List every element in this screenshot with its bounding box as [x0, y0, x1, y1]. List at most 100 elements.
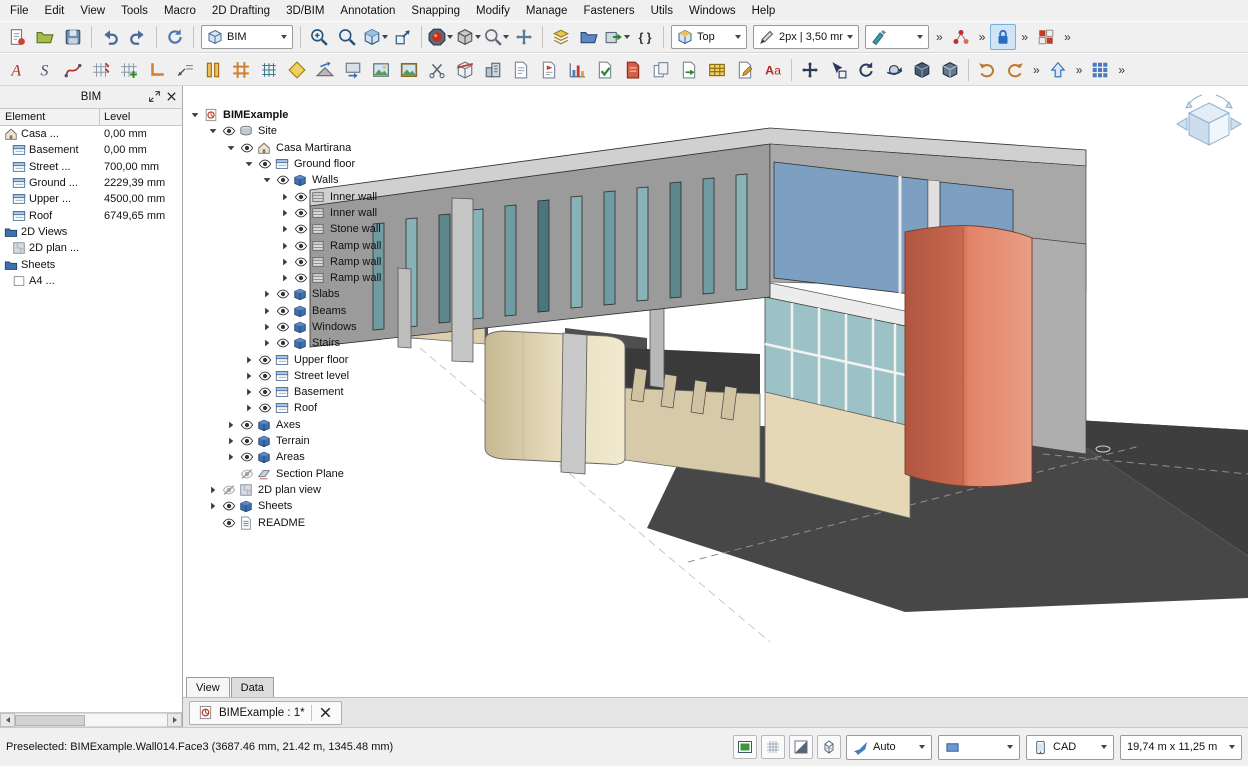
tree-item[interactable]: Terrain — [188, 433, 384, 449]
spline-button[interactable] — [60, 57, 86, 83]
workspace-select[interactable]: BIM — [201, 25, 293, 49]
toolbar-overflow-4[interactable]: » — [1060, 30, 1075, 44]
up-direction-button[interactable] — [1045, 57, 1071, 83]
visibility-eye-icon[interactable] — [293, 271, 308, 286]
visibility-eye-icon[interactable] — [239, 434, 254, 449]
document-tab[interactable]: BIMExample : 1* — [189, 701, 342, 725]
visual-style-button[interactable] — [455, 24, 481, 50]
cut-button[interactable] — [424, 57, 450, 83]
visibility-eye-icon[interactable] — [221, 124, 236, 139]
menu-fasteners[interactable]: Fasteners — [575, 3, 642, 19]
visibility-eye-icon[interactable] — [275, 320, 290, 335]
expand-collapse-icon[interactable] — [224, 417, 237, 432]
column-header-element[interactable]: Element — [0, 109, 100, 125]
menu-windows[interactable]: Windows — [681, 3, 744, 19]
column-header-level[interactable]: Level — [100, 109, 182, 125]
sheet-sets-button[interactable] — [576, 24, 602, 50]
lock-ucs-button[interactable] — [990, 24, 1016, 50]
expand-collapse-icon[interactable] — [260, 303, 273, 318]
select-button[interactable] — [825, 57, 851, 83]
drawing-extents-select[interactable]: 19,74 m x 11,25 m — [1120, 735, 1242, 760]
tab-view[interactable]: View — [186, 677, 230, 697]
undo-button[interactable] — [97, 24, 123, 50]
expand-collapse-icon[interactable] — [260, 173, 273, 188]
tree-item[interactable]: Basement — [188, 384, 384, 400]
toolbar-overflow-2[interactable]: » — [975, 30, 990, 44]
toolbar-overflow-1[interactable]: » — [932, 30, 947, 44]
grid-add-button[interactable] — [116, 57, 142, 83]
document-button[interactable] — [508, 57, 534, 83]
redo-button[interactable] — [125, 24, 151, 50]
annotation-scale-select[interactable]: Auto — [846, 735, 932, 760]
image-clip-button[interactable] — [396, 57, 422, 83]
columns-button[interactable] — [200, 57, 226, 83]
layers-button[interactable] — [548, 24, 574, 50]
visibility-eye-icon[interactable] — [257, 157, 272, 172]
edit-document-button[interactable] — [732, 57, 758, 83]
expand-collapse-icon[interactable] — [242, 368, 255, 383]
menu-2d-drafting[interactable]: 2D Drafting — [204, 3, 278, 19]
tree-item[interactable]: Stone wall — [188, 221, 384, 237]
tree-item[interactable]: Section Plane — [188, 466, 384, 482]
expand-collapse-icon[interactable] — [206, 482, 219, 497]
bim-panel-row[interactable]: Street ...700,00 mm — [0, 159, 182, 175]
toolbar-overflow-5[interactable]: » — [1029, 63, 1044, 77]
rotate-button[interactable] — [853, 57, 879, 83]
bim-panel-row[interactable]: A4 ... — [0, 273, 182, 289]
open-button[interactable] — [32, 24, 58, 50]
tree-item[interactable]: Areas — [188, 449, 384, 465]
tree-item[interactable]: Inner wall — [188, 205, 384, 221]
menu-3d-bim[interactable]: 3D/BIM — [278, 3, 332, 19]
tree-item[interactable]: Ramp wall — [188, 270, 384, 286]
scroll-right-button[interactable] — [167, 713, 182, 727]
components-button[interactable] — [1033, 24, 1059, 50]
expand-collapse-icon[interactable] — [242, 352, 255, 367]
expand-collapse-icon[interactable] — [260, 320, 273, 335]
tree-item[interactable]: Upper floor — [188, 351, 384, 367]
expand-collapse-icon[interactable] — [260, 287, 273, 302]
expand-collapse-icon[interactable] — [278, 271, 291, 286]
scrollbar-track[interactable] — [15, 713, 167, 727]
bim-building-button[interactable] — [480, 57, 506, 83]
tree-item[interactable]: README — [188, 514, 384, 530]
tree-item[interactable]: Street level — [188, 368, 384, 384]
style-brush-select[interactable] — [865, 25, 929, 49]
profile-button[interactable] — [144, 57, 170, 83]
zoom-in-button[interactable] — [306, 24, 332, 50]
visibility-eye-icon[interactable] — [257, 352, 272, 367]
tree-item[interactable]: Site — [188, 123, 384, 139]
view-navigation-cube[interactable] — [1174, 91, 1244, 153]
visibility-eye-icon[interactable] — [275, 173, 290, 188]
undo-view-button[interactable] — [974, 57, 1000, 83]
expand-collapse-icon[interactable] — [224, 140, 237, 155]
panel-float-button[interactable] — [147, 89, 162, 104]
bim-panel-row[interactable]: Roof6749,65 mm — [0, 207, 182, 223]
bim-panel-row[interactable]: Upper ...4500,00 mm — [0, 191, 182, 207]
scrollbar-thumb[interactable] — [15, 715, 85, 726]
bim-panel-row[interactable]: 2D plan ... — [0, 240, 182, 256]
tree-item[interactable]: Ground floor — [188, 156, 384, 172]
visibility-eye-icon[interactable] — [275, 303, 290, 318]
save-button[interactable] — [60, 24, 86, 50]
annotation-button[interactable]: Aa — [760, 57, 786, 83]
expand-collapse-icon[interactable] — [224, 434, 237, 449]
tree-item[interactable]: Windows — [188, 319, 384, 335]
tree-item[interactable]: 2D plan view — [188, 482, 384, 498]
paper-model-toggle[interactable] — [733, 735, 757, 759]
sync-button[interactable] — [162, 24, 188, 50]
visual-style-select[interactable] — [938, 735, 1020, 760]
tree-item[interactable]: Stairs — [188, 335, 384, 351]
tree-item[interactable]: Axes — [188, 417, 384, 433]
new-button[interactable] — [4, 24, 30, 50]
visibility-eye-icon[interactable] — [257, 385, 272, 400]
menu-snapping[interactable]: Snapping — [403, 3, 468, 19]
panel-close-button[interactable] — [164, 89, 179, 104]
toolbar-overflow-7[interactable]: » — [1114, 63, 1129, 77]
diamond-button[interactable] — [284, 57, 310, 83]
tree-item[interactable]: Beams — [188, 303, 384, 319]
menu-file[interactable]: File — [2, 3, 37, 19]
red-document-button[interactable] — [620, 57, 646, 83]
redo-view-button[interactable] — [1002, 57, 1028, 83]
expand-collapse-icon[interactable] — [224, 450, 237, 465]
close-document-icon[interactable] — [318, 705, 333, 720]
